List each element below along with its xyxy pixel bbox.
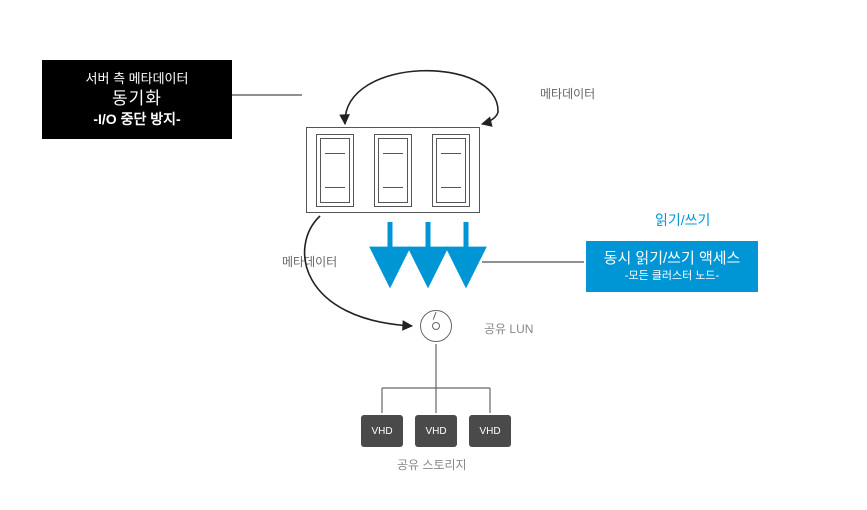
callout-line1: 서버 측 메타데이터 xyxy=(58,70,216,88)
label-metadata-top: 메타데이터 xyxy=(540,85,595,102)
server-rack-3 xyxy=(432,134,470,207)
callout-line2: -모든 클러스터 노드- xyxy=(600,269,744,284)
callout-concurrent-access: 동시 읽기/쓰기 액세스 -모든 클러스터 노드- xyxy=(586,241,758,292)
label-shared-storage: 공유 스토리지 xyxy=(397,456,467,473)
vhd-1: VHD xyxy=(361,415,403,447)
label-shared-lun: 공유 LUN xyxy=(484,320,533,337)
callout-line3: -I/O 중단 방지- xyxy=(58,110,216,129)
vhd-3: VHD xyxy=(469,415,511,447)
vhd-2: VHD xyxy=(415,415,457,447)
server-rack-2 xyxy=(374,134,412,207)
label-read-write: 읽기/쓰기 xyxy=(655,210,710,230)
server-rack-1 xyxy=(316,134,354,207)
shared-lun-icon xyxy=(420,310,452,342)
callout-line2: 동기화 xyxy=(58,88,216,111)
label-metadata-left: 메타데이터 xyxy=(282,253,337,270)
callout-line1: 동시 읽기/쓰기 액세스 xyxy=(600,249,744,269)
callout-server-metadata: 서버 측 메타데이터 동기화 -I/O 중단 방지- xyxy=(42,60,232,139)
